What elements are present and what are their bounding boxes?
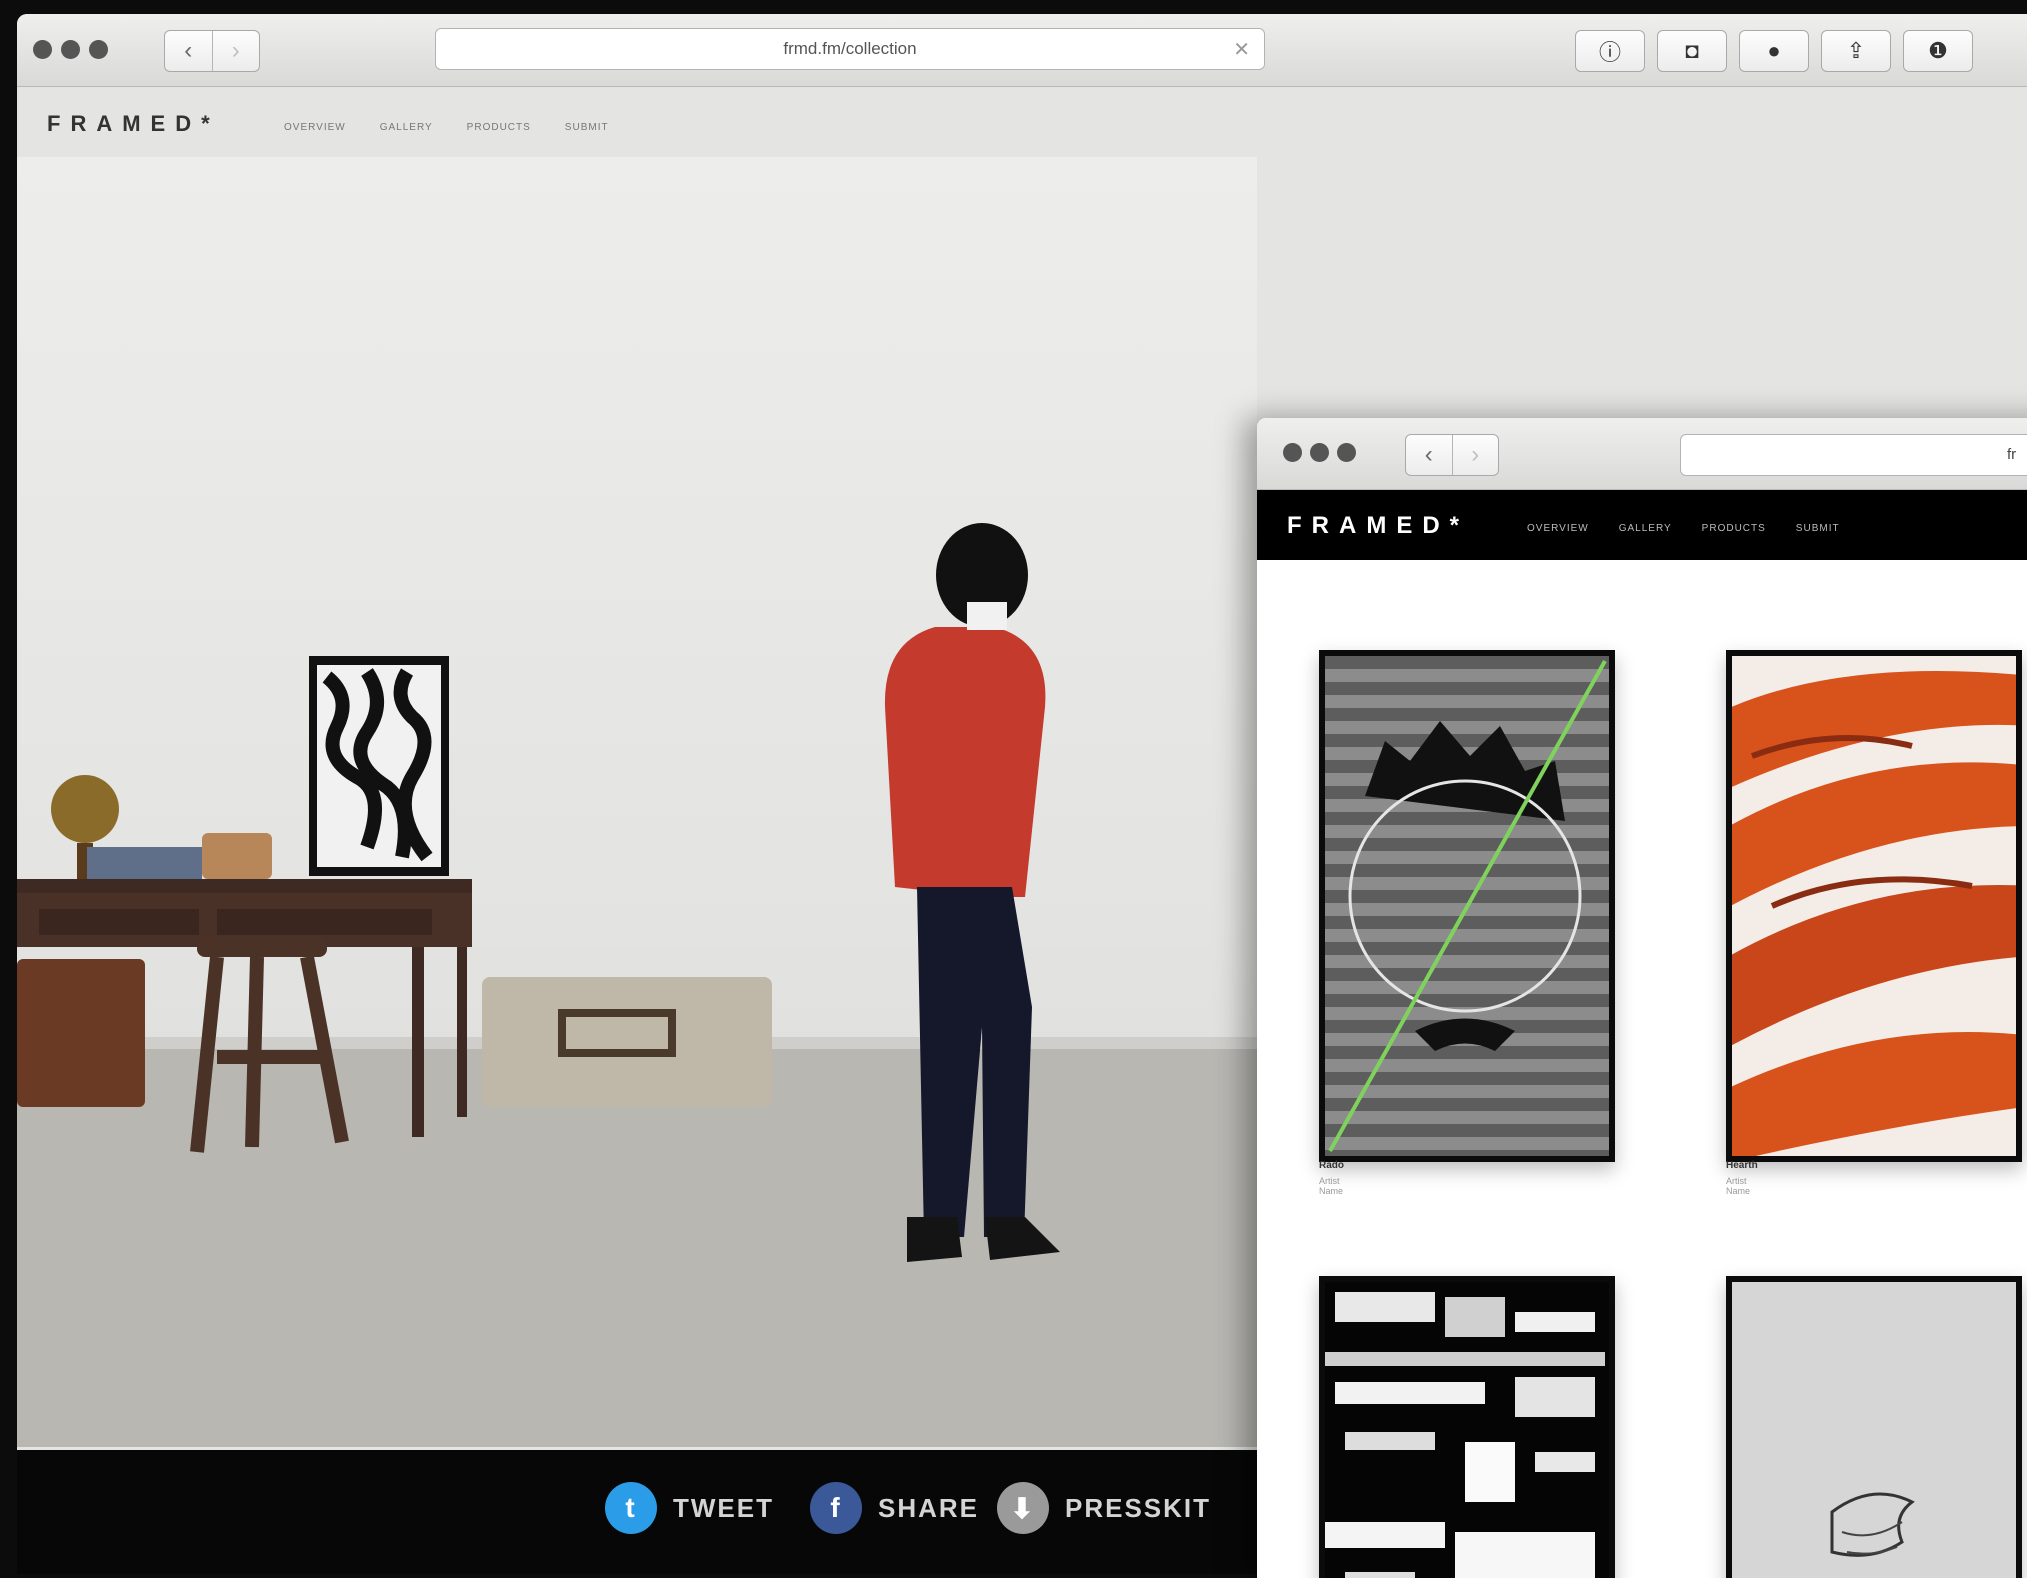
info-button[interactable]: ⓘ <box>1575 30 1645 72</box>
artwork-glitch <box>1319 1276 1615 1578</box>
chevron-left-icon: ‹ <box>1424 441 1433 468</box>
site-header: FRAMED* OVERVIEW GALLERY PRODUCTS SUBMIT <box>17 87 2027 157</box>
browser-toolbar: ‹ › frmd.fm/collection ✕ ⓘ ◘ ● ⇪ ❶ <box>17 14 2027 87</box>
menu-gallery[interactable]: GALLERY <box>1619 523 1672 534</box>
site-header-dark: FRAMED* OVERVIEW GALLERY PRODUCTS SUBMIT <box>1257 490 2027 560</box>
artwork-image <box>1325 656 1609 1156</box>
share-facebook-button[interactable]: f SHARE <box>810 1482 979 1534</box>
history-nav: ‹ › <box>1405 434 1499 476</box>
artwork-rado <box>1319 650 1615 1162</box>
facebook-icon: f <box>810 1482 862 1534</box>
pocket-icon: ◘ <box>1685 38 1699 63</box>
artwork-hearth <box>1726 650 2022 1162</box>
url-text: fr <box>2007 446 2017 463</box>
share-button[interactable]: ⇪ <box>1821 30 1891 72</box>
menu-submit[interactable]: SUBMIT <box>1796 523 1840 534</box>
minimize-window-button[interactable] <box>61 40 80 59</box>
room-scene-illustration <box>17 227 1502 1447</box>
presskit-label: PRESSKIT <box>1065 1492 1212 1523</box>
share-icon: ⇪ <box>1846 38 1866 63</box>
share-bar: t TWEET f SHARE ⬇ PRESSKIT <box>17 1450 1257 1574</box>
chevron-right-icon: › <box>231 37 240 64</box>
share-label: SHARE <box>878 1492 980 1523</box>
forward-button[interactable]: › <box>1451 435 1499 475</box>
pocket-button[interactable]: ◘ <box>1657 30 1727 72</box>
menu-products[interactable]: PRODUCTS <box>467 122 531 133</box>
site-menu: OVERVIEW GALLERY PRODUCTS SUBMIT <box>284 122 609 133</box>
menu-products[interactable]: PRODUCTS <box>1702 523 1766 534</box>
tweet-button[interactable]: t TWEET <box>605 1482 774 1534</box>
menu-overview[interactable]: OVERVIEW <box>1527 523 1589 534</box>
zoom-window-button[interactable] <box>1337 443 1356 462</box>
tweet-label: TWEET <box>673 1492 774 1523</box>
browser-toolbar-2: ‹ › fr <box>1257 418 2027 490</box>
twitter-icon: t <box>605 1482 657 1534</box>
artwork-artist: Artist Name <box>1726 1176 1751 1196</box>
download-button[interactable]: ❶ <box>1903 30 1973 72</box>
zoom-window-button[interactable] <box>89 40 108 59</box>
close-window-button[interactable] <box>33 40 52 59</box>
close-window-button[interactable] <box>1283 443 1302 462</box>
menu-gallery[interactable]: GALLERY <box>380 122 433 133</box>
clear-url-icon[interactable]: ✕ <box>1233 37 1250 62</box>
artwork-title: Rado <box>1319 1160 1344 1171</box>
framed-logo[interactable]: FRAMED* <box>47 111 220 137</box>
artwork-image <box>1325 1282 1609 1578</box>
chevron-right-icon: › <box>1471 441 1480 468</box>
address-bar[interactable]: frmd.fm/collection ✕ <box>435 28 1265 70</box>
forward-button[interactable]: › <box>211 31 260 71</box>
globe-button[interactable]: ● <box>1739 30 1809 72</box>
address-bar[interactable]: fr <box>1680 434 2027 476</box>
artwork-image <box>1732 656 2016 1156</box>
info-icon: ⓘ <box>1598 40 1621 65</box>
globe-icon: ● <box>1767 38 1781 63</box>
artwork-artist: Artist Name <box>1319 1176 1344 1196</box>
framed-logo[interactable]: FRAMED* <box>1287 512 1469 540</box>
back-button[interactable]: ‹ <box>165 31 212 71</box>
artwork-bird <box>1726 1276 2022 1578</box>
chevron-left-icon: ‹ <box>184 37 193 64</box>
history-nav: ‹ › <box>164 30 260 72</box>
menu-overview[interactable]: OVERVIEW <box>284 122 346 133</box>
minimize-window-button[interactable] <box>1310 443 1329 462</box>
artwork-title: Hearth <box>1726 1160 1758 1171</box>
presskit-button[interactable]: ⬇ PRESSKIT <box>997 1482 1211 1534</box>
url-text: frmd.fm/collection <box>783 39 917 58</box>
site-menu: OVERVIEW GALLERY PRODUCTS SUBMIT <box>1527 523 1840 534</box>
secondary-browser-window: ‹ › fr FRAMED* OVERVIEW GALLERY PRODUCTS… <box>1257 418 2027 1578</box>
presskit-download-icon: ⬇ <box>997 1482 1049 1534</box>
menu-submit[interactable]: SUBMIT <box>565 122 609 133</box>
hero-photo <box>17 157 1502 1447</box>
download-icon: ❶ <box>1928 38 1948 63</box>
back-button[interactable]: ‹ <box>1406 435 1452 475</box>
artwork-image <box>1732 1282 2016 1578</box>
